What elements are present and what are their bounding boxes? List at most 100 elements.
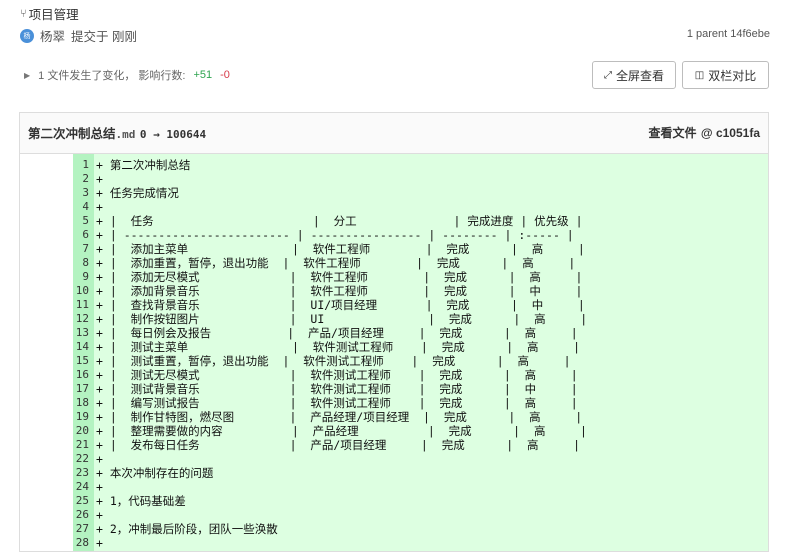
line-number[interactable]: 5 [48, 214, 89, 228]
diff-line: 19 + | 制作甘特图，燃尽图 | 产品经理/项目经理 | 完成 | 高 | [20, 410, 768, 424]
line-number[interactable]: 20 [48, 424, 89, 438]
line-number[interactable]: 9 [48, 270, 89, 284]
view-file-label[interactable]: 查看文件 [648, 126, 696, 140]
line-number[interactable]: 17 [48, 382, 89, 396]
line-number[interactable]: 6 [48, 228, 89, 242]
line-number[interactable]: 18 [48, 396, 89, 410]
line-code: + | 测试主菜单 | 软件测试工程师 | 完成 | 高 | [96, 340, 581, 354]
deletions-count: -0 [220, 69, 230, 81]
line-number[interactable]: 4 [48, 200, 89, 214]
diff-line: 14 + | 测试主菜单 | 软件测试工程师 | 完成 | 高 | [20, 340, 768, 354]
line-code: + | 测试重置，暂停，退出功能 | 软件测试工程师 | 完成 | 高 | [96, 354, 571, 368]
committed-time: 提交于 刚刚 [71, 30, 137, 44]
diff-line: 13 + | 每日例会及报告 | 产品/项目经理 | 完成 | 高 | [20, 326, 768, 340]
line-code: + | 添加背景音乐 | 软件工程师 | 完成 | 中 | [96, 284, 583, 298]
fullscreen-button[interactable]: ⤢ 全屏查看 [592, 61, 676, 89]
diff-body: 1 + 第二次冲制总结 2 +3 + 任务完成情况 4 +5 + | 任务 | 分工 | 完成… [20, 154, 768, 551]
line-number[interactable]: 21 [48, 438, 89, 452]
line-number[interactable]: 28 [48, 536, 89, 550]
line-code: + | 任务 | 分工 | 完成进度 | 优先级 | [96, 214, 583, 228]
line-number[interactable]: 23 [48, 466, 89, 480]
diff-line: 9 + | 添加无尽模式 | 软件工程师 | 完成 | 高 | [20, 270, 768, 284]
line-number[interactable]: 11 [48, 298, 89, 312]
fullscreen-label: 全屏查看 [615, 68, 664, 83]
diff-line: 22 + [20, 452, 768, 466]
diff-line: 16 + | 测试无尽模式 | 软件测试工程师 | 完成 | 高 | [20, 368, 768, 382]
file-title: 第二次冲制总结.md 0 → 100644 [28, 123, 206, 143]
diff-line: 4 + [20, 200, 768, 214]
diff-line: 3 + 任务完成情况 [20, 186, 768, 200]
line-code: + | 整理需要做的内容 | 产品经理 | 完成 | 高 | [96, 424, 587, 438]
caret-right-icon[interactable]: ▶ [24, 71, 30, 80]
file-name[interactable]: 第二次冲制总结 [28, 127, 116, 141]
diff-line: 2 + [20, 172, 768, 186]
diff-line: 25 + 1，代码基础差 [20, 494, 768, 508]
branch-icon: ⑂ [20, 7, 27, 20]
line-code: + | 编写测试报告 | 软件测试工程师 | 完成 | 高 | [96, 396, 578, 410]
diff-line: 7 + | 添加主菜单 | 软件工程师 | 完成 | 高 | [20, 242, 768, 256]
line-code: + | 每日例会及报告 | 产品/项目经理 | 完成 | 高 | [96, 326, 578, 340]
split-view-label: 双栏对比 [708, 68, 757, 83]
diff-line: 21 + | 发布每日任务 | 产品/项目经理 | 完成 | 高 | [20, 438, 768, 452]
diff-line: 24 + [20, 480, 768, 494]
columns-icon: ◫ [694, 69, 705, 81]
file-extension: .md [115, 128, 136, 141]
diff-line: 20 + | 整理需要做的内容 | 产品经理 | 完成 | 高 | [20, 424, 768, 438]
diff-line: 1 + 第二次冲制总结 [20, 158, 768, 172]
diff-line: 28 + [20, 536, 768, 550]
change-summary[interactable]: ▶ 1 文件发生了变化， 影响行数: +51 -0 [24, 67, 230, 83]
author-row: 杨 杨翠 提交于 刚刚 [20, 26, 137, 45]
avatar[interactable]: 杨 [20, 28, 34, 43]
line-code: + | 制作甘特图，燃尽图 | 产品经理/项目经理 | 完成 | 高 | [96, 410, 583, 424]
line-code: + 本次冲制存在的问题 [96, 466, 214, 480]
line-number[interactable]: 25 [48, 494, 89, 508]
parent-commit-link[interactable]: 1 parent 14f6ebe [687, 28, 770, 40]
line-number[interactable]: 8 [48, 256, 89, 270]
diff-line: 11 + | 查找背景音乐 | UI/项目经理 | 完成 | 中 | [20, 298, 768, 312]
diff-line: 15 + | 测试重置，暂停，退出功能 | 软件测试工程师 | 完成 | 高 | [20, 354, 768, 368]
author-name[interactable]: 杨翠 [40, 26, 65, 45]
line-number[interactable]: 7 [48, 242, 89, 256]
line-code: + | 添加无尽模式 | 软件工程师 | 完成 | 高 | [96, 270, 583, 284]
diff-line: 17 + | 测试背景音乐 | 软件测试工程师 | 完成 | 中 | [20, 382, 768, 396]
line-code: + | ------------------------ | ---------… [96, 228, 574, 242]
line-number[interactable]: 22 [48, 452, 89, 466]
commit-title: ⑂ 项目管理 [20, 4, 79, 23]
line-number[interactable]: 14 [48, 340, 89, 354]
file-mode-change: 0 → 100644 [139, 128, 207, 141]
line-number[interactable]: 3 [48, 186, 89, 200]
line-code: + | 添加重置，暂停，退出功能 | 软件工程师 | 完成 | 高 | [96, 256, 576, 270]
diff-line: 12 + | 制作按钮图片 | UI | 完成 | 高 | [20, 312, 768, 326]
view-file-link[interactable]: 查看文件 @ c1051fa [648, 124, 760, 142]
diff-line: 6 + | ------------------------ | --------… [20, 228, 768, 242]
diff-line: 23 + 本次冲制存在的问题 [20, 466, 768, 480]
line-number[interactable]: 19 [48, 410, 89, 424]
diff-line: 5 + | 任务 | 分工 | 完成进度 | 优先级 | [20, 214, 768, 228]
diff-line: 26 + [20, 508, 768, 522]
line-number[interactable]: 10 [48, 284, 89, 298]
line-number[interactable]: 27 [48, 522, 89, 536]
additions-count: +51 [193, 69, 213, 81]
line-number[interactable]: 1 [48, 158, 89, 172]
commit-sha[interactable]: @ c1051fa [701, 126, 760, 140]
diff-line: 27 + 2，冲制最后阶段，团队一些涣散 [20, 522, 768, 536]
line-number[interactable]: 13 [48, 326, 89, 340]
line-code: + | 测试无尽模式 | 软件测试工程师 | 完成 | 高 | [96, 368, 578, 382]
line-number[interactable]: 15 [48, 354, 89, 368]
diff-line: 8 + | 添加重置，暂停，退出功能 | 软件工程师 | 完成 | 高 | [20, 256, 768, 270]
line-code: + 1，代码基础差 [96, 494, 186, 508]
line-code: + [96, 200, 103, 214]
line-number[interactable]: 26 [48, 508, 89, 522]
line-number[interactable]: 12 [48, 312, 89, 326]
commit-title-text: 项目管理 [28, 8, 79, 22]
diff-line: 10 + | 添加背景音乐 | 软件工程师 | 完成 | 中 | [20, 284, 768, 298]
line-code: + [96, 480, 103, 494]
line-code: + | 制作按钮图片 | UI | 完成 | 高 | [96, 312, 588, 326]
diff-line: 18 + | 编写测试报告 | 软件测试工程师 | 完成 | 高 | [20, 396, 768, 410]
split-view-button[interactable]: ◫ 双栏对比 [682, 61, 769, 89]
line-number[interactable]: 2 [48, 172, 89, 186]
line-code: + [96, 508, 103, 522]
line-code: + [96, 452, 103, 466]
line-number[interactable]: 24 [48, 480, 89, 494]
line-number[interactable]: 16 [48, 368, 89, 382]
